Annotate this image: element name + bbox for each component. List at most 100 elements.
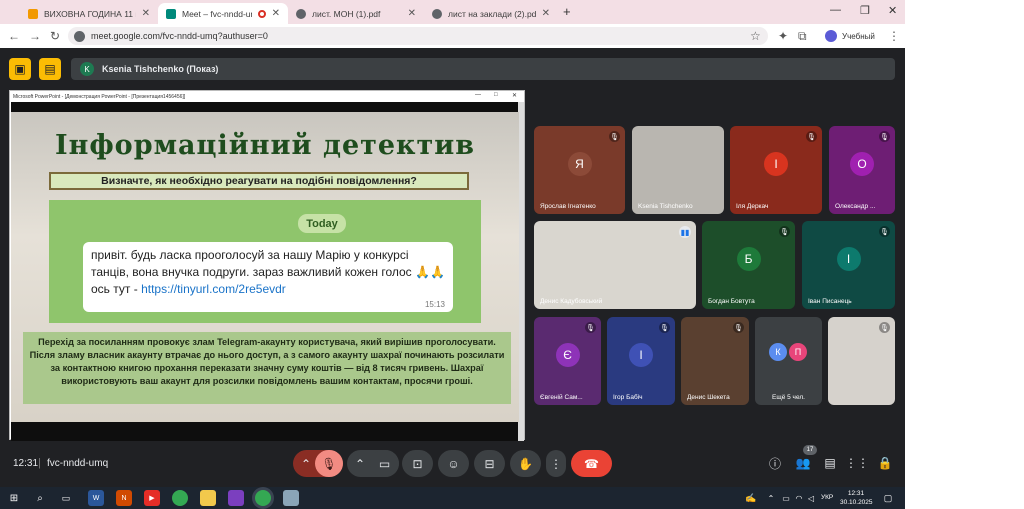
camera-icon[interactable]: ▭ <box>370 450 399 477</box>
site-info-icon[interactable] <box>74 30 85 42</box>
participant-tile[interactable]: Денис Шекета 🎙 <box>681 317 749 405</box>
ppt-maximize-icon[interactable]: □ <box>494 92 498 98</box>
pen-icon[interactable]: ✍ <box>743 490 759 506</box>
participant-tile[interactable]: І Іван Писанець 🎙 <box>802 221 895 309</box>
activities-icon[interactable]: ⋮⋮ <box>845 455 869 471</box>
new-tab-button[interactable]: + <box>563 4 571 19</box>
chrome-active-icon[interactable] <box>255 490 271 506</box>
present-icon[interactable]: ⊡ <box>402 450 433 477</box>
viber-icon[interactable] <box>228 490 244 506</box>
close-tab-icon[interactable]: ✕ <box>142 8 150 19</box>
close-tab-icon[interactable]: ✕ <box>272 8 280 19</box>
participant-name: Іля Деркач <box>736 203 769 210</box>
slide-title: Інформаційний детектив <box>54 130 476 161</box>
extension-icon[interactable]: ✦ <box>778 29 788 43</box>
windows-start-icon[interactable]: ⊞ <box>6 490 22 506</box>
menu-icon[interactable]: ⋮ <box>888 29 900 43</box>
muted-mic-icon: 🎙 <box>879 322 890 333</box>
close-window-button[interactable]: ✕ <box>888 4 897 17</box>
meeting-code: fvc-nndd-umq <box>47 458 109 469</box>
slide-subtitle: Визначте, як необхідно реагувати на поді… <box>49 172 469 190</box>
app-icon[interactable] <box>283 490 299 506</box>
tab-bar: ВИХОВНА ГОДИНА 11 група ✕ Meet – fvc-nnd… <box>0 0 905 24</box>
emoji-icon[interactable]: ☺ <box>438 450 469 477</box>
info-icon[interactable]: ⓘ <box>767 455 783 471</box>
participant-tile[interactable]: І Ігор Бабіч 🎙 <box>607 317 675 405</box>
close-tab-icon[interactable]: ✕ <box>542 8 550 19</box>
volume-icon[interactable]: ◁ <box>803 490 819 506</box>
minimize-button[interactable]: — <box>830 4 841 16</box>
layout-icon[interactable]: ▤ <box>39 58 61 80</box>
tray-chevron-icon[interactable]: ⌃ <box>763 490 779 506</box>
tab-lyst-zaklady[interactable]: лист на заклади (2).pdf ✕ <box>424 3 558 24</box>
participant-name: Ещё 5 чел. <box>772 394 805 401</box>
message-bubble: привіт. будь ласка прооголосуй за нашу М… <box>83 242 453 312</box>
participant-name: Ярослав Ігнатенко <box>540 203 596 210</box>
mic-muted-icon[interactable]: 🎙 <box>315 450 343 477</box>
reload-icon[interactable]: ↻ <box>50 29 60 43</box>
address-bar[interactable]: meet.google.com/fvc-nndd-umq?authuser=0 <box>68 27 768 45</box>
windows-taskbar: ⊞ ⌕ ▭ W N ▶ ✍ ⌃ ▭ ◠ ◁ УКР 12:31 30.10.20… <box>0 487 905 509</box>
close-tab-icon[interactable]: ✕ <box>408 8 416 19</box>
forward-icon[interactable]: → <box>29 29 41 43</box>
tab-lyst-mon[interactable]: лист. МОН (1).pdf ✕ <box>288 3 424 24</box>
participant-tile[interactable]: Б Богдан Бовтута 🎙 <box>702 221 795 309</box>
address-row: ← → ↻ meet.google.com/fvc-nndd-umq?authu… <box>0 24 905 48</box>
task-view-icon[interactable]: ▭ <box>58 490 74 506</box>
participant-avatar: І <box>836 247 861 271</box>
participant-avatar: О <box>850 152 874 176</box>
people-icon[interactable]: 👥 <box>795 455 811 471</box>
participant-avatar: І <box>629 343 653 367</box>
participant-name: Богдан Бовтута <box>708 298 755 305</box>
language-indicator[interactable]: УКР <box>821 494 833 501</box>
profile-button[interactable]: Учебный <box>825 28 875 44</box>
participant-tile[interactable]: Є Євгеній Сам... 🎙 <box>534 317 601 405</box>
taskbar-clock[interactable]: 12:31 30.10.2025 <box>840 489 873 507</box>
participant-avatar: І <box>764 152 788 176</box>
participant-tile[interactable]: Денис Кадубовський ▮▮ <box>534 221 696 309</box>
tab-vykhovna[interactable]: ВИХОВНА ГОДИНА 11 група ✕ <box>20 3 158 24</box>
muted-mic-icon: 🎙 <box>609 131 620 142</box>
restore-button[interactable]: ❐ <box>860 4 870 17</box>
ppt-minimize-icon[interactable]: — <box>475 92 481 98</box>
participant-tile[interactable]: Я Ярослав Ігнатенко 🎙 <box>534 126 625 214</box>
slide: Інформаційний детектив Визначте, як необ… <box>11 112 519 422</box>
participant-tile[interactable]: О Олександр ... 🎙 <box>829 126 895 214</box>
word-icon[interactable]: W <box>88 490 104 506</box>
slides-icon <box>28 8 38 19</box>
participant-name: Євгеній Сам... <box>540 394 583 401</box>
ppt-close-icon[interactable]: ✕ <box>512 92 517 99</box>
recording-icon <box>257 9 266 18</box>
file-explorer-icon[interactable] <box>200 490 216 506</box>
chrome-icon[interactable] <box>172 490 188 506</box>
message-text: привіт. будь ласка прооголосуй за нашу М… <box>91 248 445 296</box>
participant-tile[interactable]: І Іля Деркач 🎙 <box>730 126 822 214</box>
extensions-puzzle-icon[interactable]: ⧉ <box>798 29 807 44</box>
participant-tile[interactable]: Ksenia Tishchenko <box>632 126 724 214</box>
presenting-banner: K Ksenia Tishchenko (Показ) <box>71 58 895 80</box>
participant-name: Денис Шекета <box>687 394 730 401</box>
notifications-icon[interactable]: ▢ <box>880 490 896 506</box>
more-options-icon[interactable]: ⋮ <box>546 450 566 477</box>
bookmark-star-icon[interactable]: ☆ <box>750 29 761 43</box>
separator: | <box>38 457 41 469</box>
stop-presenting-icon[interactable]: ▣ <box>9 58 31 80</box>
participant-tile[interactable]: К П Ещё 5 чел. <box>755 317 822 405</box>
leave-call-button[interactable]: ☎ <box>571 450 612 477</box>
participant-avatar: Б <box>736 247 761 271</box>
presentation-window: Microsoft PowerPoint - [Демонстрация Pow… <box>9 90 525 441</box>
captions-icon[interactable]: ⊟ <box>474 450 505 477</box>
ppt-title-bar: Microsoft PowerPoint - [Демонстрация Pow… <box>13 92 518 100</box>
participant-avatar: Я <box>567 152 592 176</box>
app-icon[interactable]: N <box>116 490 132 506</box>
raise-hand-icon[interactable]: ✋ <box>510 450 541 477</box>
presenter-label: Ksenia Tishchenko (Показ) <box>102 64 219 74</box>
back-icon[interactable]: ← <box>8 29 20 43</box>
youtube-icon[interactable]: ▶ <box>144 490 160 506</box>
participant-tile[interactable]: 🎙 <box>828 317 895 405</box>
host-controls-icon[interactable]: 🔒 <box>877 455 893 471</box>
search-icon[interactable]: ⌕ <box>32 490 48 506</box>
chat-icon[interactable]: ▤ <box>822 455 838 471</box>
tab-meet[interactable]: Meet – fvc-nndd-umq ✕ <box>158 3 288 24</box>
participant-name: Ksenia Tishchenko <box>638 203 693 210</box>
